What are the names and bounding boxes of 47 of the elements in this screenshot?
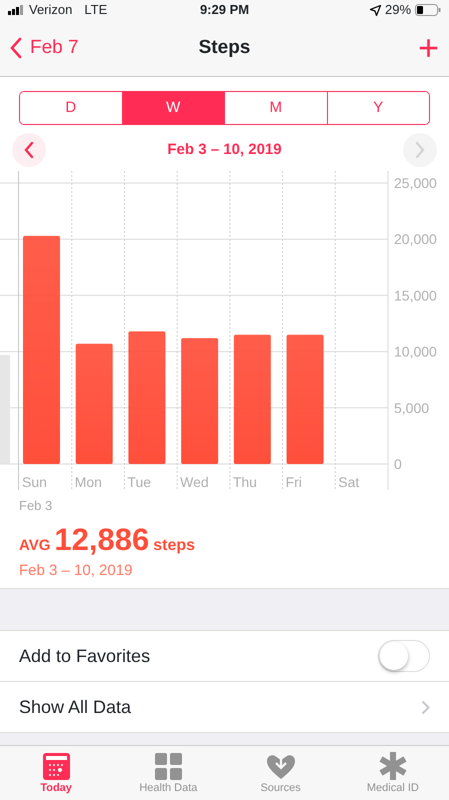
tab-bar-item[interactable]: Sources	[224, 746, 337, 800]
row-label: Add to Favorites	[19, 644, 150, 668]
tab-bar-item[interactable]: Health Data	[112, 746, 224, 800]
chevron-right-icon	[415, 141, 425, 159]
chevron-left-icon	[24, 141, 34, 159]
tab-bar-item[interactable]: Today	[0, 746, 112, 800]
segment-tab[interactable]: Y	[326, 92, 429, 124]
screen-title: Steps	[198, 36, 250, 60]
x-axis-label: Wed	[180, 474, 209, 490]
chevron-right-icon	[421, 700, 430, 714]
y-axis-label: 0	[394, 456, 402, 472]
network-label: LTE	[84, 1, 108, 20]
carrier-label: Verizon	[29, 1, 72, 20]
x-axis-label: Sat	[338, 474, 360, 490]
asterisk-icon	[378, 752, 407, 780]
x-axis-label: Thu	[232, 474, 257, 490]
grid-icon	[154, 752, 182, 780]
y-axis-label: 15,000	[394, 287, 437, 304]
status-time: 9:29 PM	[200, 1, 250, 20]
location-icon	[370, 4, 381, 16]
add-button[interactable]: +	[418, 30, 439, 66]
y-axis-label: 5,000	[394, 400, 430, 416]
x-axis-label: Fri	[286, 474, 302, 490]
next-button[interactable]	[403, 133, 437, 167]
previous-button[interactable]	[12, 133, 46, 167]
tab-bar-item[interactable]: Medical ID	[336, 746, 449, 800]
battery-icon	[415, 4, 442, 16]
favorite-toggle[interactable]	[378, 640, 430, 672]
x-axis-label: Tue	[127, 474, 152, 490]
signal-icon	[8, 5, 25, 15]
row-label: Show All Data	[19, 696, 132, 718]
y-axis-label: 10,000	[394, 344, 437, 360]
y-axis-label: 25,000	[394, 175, 437, 191]
chart-start-date: Feb 3	[18, 497, 54, 515]
average-label: AVG	[19, 536, 50, 556]
chevron-left-icon	[10, 37, 22, 59]
date-range: Feb 3 – 10, 2019	[167, 140, 282, 160]
x-axis-label: Sun	[22, 474, 47, 490]
back-button[interactable]: Feb 7	[10, 34, 79, 62]
battery-percent: 29%	[384, 1, 412, 20]
average-value: 12,886	[54, 524, 150, 554]
average-unit: steps	[153, 536, 196, 556]
x-axis-label: Mon	[74, 474, 102, 490]
average-range: Feb 3 – 10, 2019	[19, 560, 134, 580]
calendar-icon	[42, 752, 70, 780]
segment-tab[interactable]: W	[122, 92, 224, 124]
y-axis-label: 20,000	[394, 231, 437, 248]
